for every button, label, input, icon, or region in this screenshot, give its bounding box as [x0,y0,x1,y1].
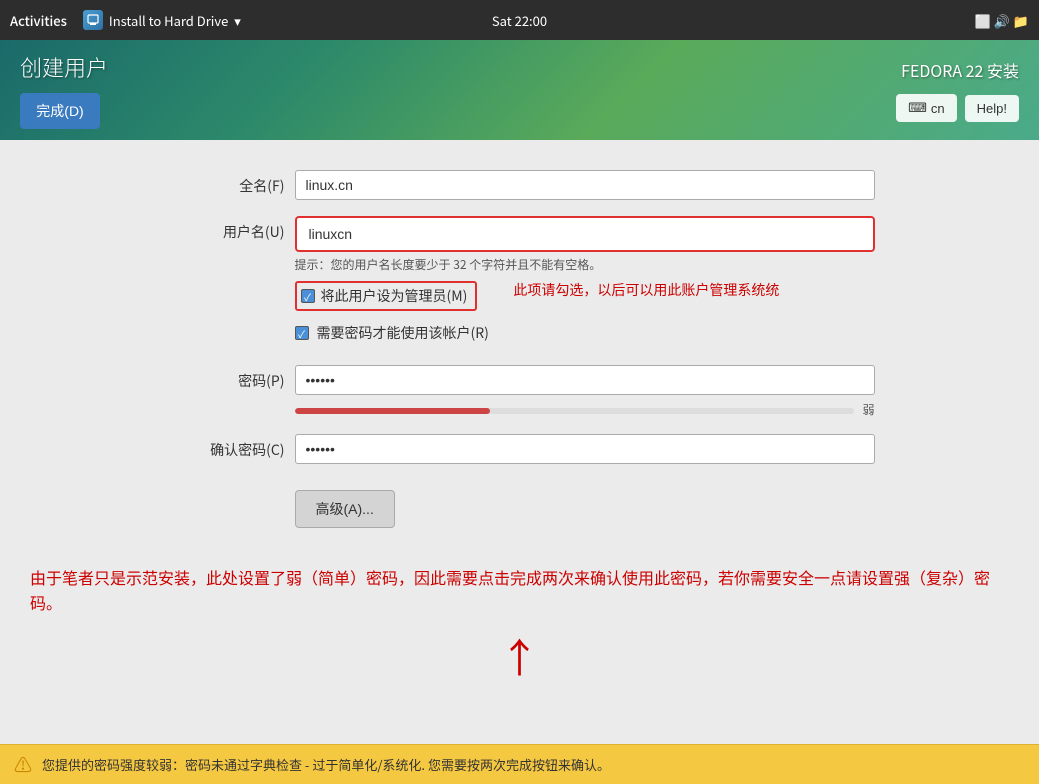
username-hint: 提示：您的用户名长度要少于 32 个字符并且不能有空格。 [295,256,875,273]
password-strength-fill [295,408,491,414]
require-password-row: 需要密码才能使用该帐户(R) [295,323,875,343]
admin-checkbox-label[interactable]: 将此用户设为管理员(M) [295,281,478,311]
password-label: 密码(P) [165,365,285,391]
main-content: 全名(F) 用户名(U) 提示：您的用户名长度要少于 32 个字符并且不能有空格… [0,140,1039,744]
header-left: 创建用户 完成(D) [20,51,108,129]
fedora-title: FEDORA 22 安装 [901,58,1019,82]
install-icon [83,10,103,30]
username-row: 用户名(U) 提示：您的用户名长度要少于 32 个字符并且不能有空格。 将此用户… [165,216,875,349]
header: 创建用户 完成(D) FEDORA 22 安装 ⌨ cn Help! [0,40,1039,140]
status-bar: ⚠ 您提供的密码强度较弱：密码未通过字典检查 - 过于简单化/系统化. 您需要按… [0,744,1039,784]
require-password-label: 需要密码才能使用该帐户(R) [317,323,489,343]
username-control: 提示：您的用户名长度要少于 32 个字符并且不能有空格。 将此用户设为管理员(M… [295,216,875,349]
admin-annotation: 此项请勾选，以后可以用此账户管理系统统 [513,281,779,301]
top-bar-left: Activities Install to Hard Drive ▾ [10,10,241,30]
warning-icon: ⚠ [14,752,32,778]
username-input[interactable] [299,220,871,248]
install-label: Install to Hard Drive [109,11,228,30]
password-control: 弱 [295,365,875,418]
install-to-hard-drive-button[interactable]: Install to Hard Drive ▾ [83,10,241,30]
confirm-password-label: 确认密码(C) [165,434,285,460]
advanced-button-area: 高级(A)... [165,480,875,528]
confirm-password-control [295,434,875,464]
top-bar-right: ⬜ 🔊 📁 [975,11,1029,30]
language-button[interactable]: ⌨ cn [896,94,957,122]
full-name-control [295,170,875,200]
arrow-up-icon: ↑ [30,626,1009,684]
keyboard-icon: ⌨ [908,100,927,116]
username-label: 用户名(U) [165,216,285,242]
page-title: 创建用户 [20,51,108,83]
confirm-password-row: 确认密码(C) [165,434,875,464]
header-controls: ⌨ cn Help! [896,94,1019,122]
full-name-label: 全名(F) [165,170,285,196]
full-name-input[interactable] [295,170,875,200]
password-strength-bar [295,408,855,414]
form-area: 全名(F) 用户名(U) 提示：您的用户名长度要少于 32 个字符并且不能有空格… [145,170,895,528]
header-right-inner: FEDORA 22 安装 ⌨ cn Help! [896,58,1019,122]
password-row: 密码(P) 弱 [165,365,875,418]
full-name-row: 全名(F) [165,170,875,200]
bottom-annotation-area: 由于笔者只是示范安装，此处设置了弱（简单）密码，因此需要点击完成两次来确认使用此… [30,565,1009,684]
dropdown-arrow-icon: ▾ [234,11,241,30]
strength-label: 弱 [862,401,874,418]
require-password-checkbox[interactable] [295,326,309,340]
datetime-display: Sat 22:00 [492,11,547,30]
admin-checkbox-row: 将此用户设为管理员(M) [295,281,478,311]
activities-button[interactable]: Activities [10,11,67,30]
confirm-password-input[interactable] [295,434,875,464]
lang-label: cn [931,101,945,116]
bottom-annotation-text: 由于笔者只是示范安装，此处设置了弱（简单）密码，因此需要点击完成两次来确认使用此… [30,565,1009,616]
top-bar: Activities Install to Hard Drive ▾ Sat 2… [0,0,1039,40]
done-button[interactable]: 完成(D) [20,93,100,129]
advanced-button[interactable]: 高级(A)... [295,490,395,528]
password-input[interactable] [295,365,875,395]
status-message: 您提供的密码强度较弱：密码未通过字典检查 - 过于简单化/系统化. 您需要按两次… [42,755,610,774]
system-tray: ⬜ 🔊 📁 [975,11,1029,30]
admin-checkbox[interactable] [301,289,315,303]
help-button[interactable]: Help! [965,95,1019,122]
admin-checkbox-text: 将此用户设为管理员(M) [321,286,468,306]
username-input-wrapper [295,216,875,252]
